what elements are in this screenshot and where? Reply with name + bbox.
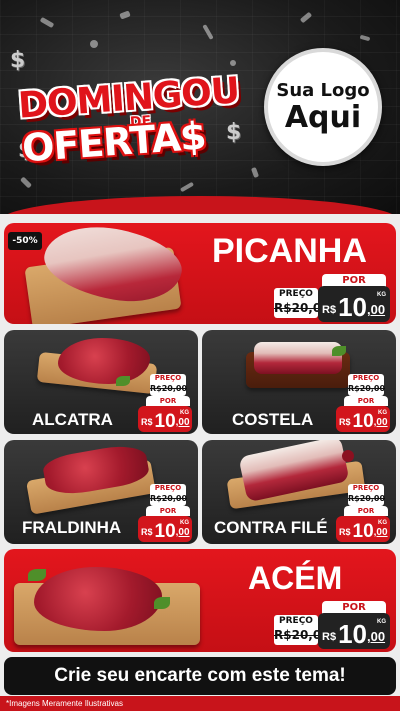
old-price-box: PREÇO R$20,00 — [274, 288, 330, 318]
old-price: R$20,00 — [274, 628, 330, 642]
product-name-acem: ACÉM — [248, 560, 343, 596]
costela-meat-image — [254, 342, 342, 374]
product-name-picanha: PICANHA — [212, 232, 367, 270]
product-name-contra-file: CONTRA FILÉ — [214, 518, 328, 537]
unit-label: KG — [378, 520, 387, 526]
preco-label: PREÇO — [279, 289, 313, 299]
promo-title: DOMINGOU DE OFERTA$ — [10, 52, 250, 172]
new-price-box: R$ 10 ,00 KG — [138, 516, 192, 542]
confetti — [19, 176, 33, 189]
currency-label: R$ — [141, 527, 153, 537]
price-decimal: ,00 — [373, 527, 388, 538]
price-integer: 10 — [154, 521, 176, 542]
new-price-box: R$ 10 ,00 KG — [318, 286, 390, 322]
herb-garnish — [332, 346, 346, 356]
price-decimal: ,00 — [175, 417, 190, 428]
currency-label: R$ — [339, 417, 351, 427]
price-decimal: ,00 — [366, 629, 386, 644]
old-price-box: PREÇO R$20,00 — [348, 374, 386, 396]
currency-label: R$ — [322, 304, 337, 316]
unit-label: KG — [378, 410, 387, 416]
acem-meat-image — [34, 567, 162, 631]
currency-label: R$ — [141, 417, 153, 427]
preco-label: PREÇO — [352, 374, 380, 382]
price-decimal: ,00 — [175, 527, 190, 538]
por-label: POR — [344, 396, 388, 406]
confetti — [119, 10, 131, 20]
confetti — [299, 11, 313, 24]
product-name-alcatra: ALCATRA — [32, 410, 113, 429]
alcatra-meat-image — [58, 338, 150, 384]
unit-label: KG — [377, 292, 386, 298]
new-price-box: R$ 10 ,00 KG — [318, 613, 390, 649]
logo-text-line1: Sua Logo — [276, 79, 370, 101]
preco-label: PREÇO — [279, 616, 313, 626]
old-price: R$20,00 — [150, 494, 188, 503]
por-label: POR — [344, 506, 388, 516]
old-price: R$20,00 — [150, 384, 188, 393]
confetti — [202, 24, 214, 40]
create-flyer-cta-button[interactable]: Crie seu encarte com este tema! — [4, 657, 396, 695]
por-label: POR — [146, 506, 190, 516]
product-name-costela: COSTELA — [232, 410, 314, 429]
old-price: R$20,00 — [348, 384, 386, 393]
new-price-box: R$ 10 ,00 KG — [336, 406, 390, 432]
old-price: R$20,00 — [274, 301, 330, 315]
new-price-box: R$ 10 ,00 KG — [336, 516, 390, 542]
currency-label: R$ — [322, 631, 337, 643]
new-price-box: R$ 10 ,00 KG — [138, 406, 192, 432]
confetti — [90, 40, 98, 48]
price-decimal: ,00 — [366, 302, 386, 317]
hero-banner: $ $ $ DOMINGOU DE OFERTA$ Sua Logo Aqui — [0, 0, 400, 215]
old-price-box: PREÇO R$20,00 — [150, 484, 188, 506]
old-price-box: PREÇO R$20,00 — [150, 374, 188, 396]
old-price: R$20,00 — [348, 494, 386, 503]
discount-badge: -50% — [8, 232, 42, 250]
product-name-fraldinha: FRALDINHA — [22, 518, 122, 537]
price-integer: 10 — [154, 411, 176, 432]
herb-garnish — [116, 376, 130, 386]
preco-label: PREÇO — [352, 484, 380, 492]
confetti — [39, 16, 55, 29]
old-price-box: PREÇO R$20,00 — [348, 484, 386, 506]
disclaimer-footnote: *Imagens Meramente Ilustrativas — [6, 699, 123, 708]
unit-label: KG — [377, 619, 386, 625]
logo-placeholder: Sua Logo Aqui — [264, 48, 382, 166]
preco-label: PREÇO — [154, 374, 182, 382]
unit-label: KG — [180, 410, 189, 416]
herb-garnish — [154, 597, 170, 609]
confetti — [250, 166, 260, 179]
por-label: POR — [146, 396, 190, 406]
currency-label: R$ — [339, 527, 351, 537]
unit-label: KG — [180, 520, 189, 526]
onion-garnish — [342, 450, 354, 462]
price-integer: 10 — [352, 411, 374, 432]
price-integer: 10 — [338, 619, 367, 649]
confetti — [179, 181, 195, 193]
old-price-box: PREÇO R$20,00 — [274, 615, 330, 645]
price-integer: 10 — [352, 521, 374, 542]
confetti — [359, 34, 371, 42]
price-integer: 10 — [338, 292, 367, 322]
herb-garnish — [28, 569, 46, 581]
logo-text-line2: Aqui — [284, 99, 362, 135]
price-decimal: ,00 — [373, 417, 388, 428]
preco-label: PREÇO — [154, 484, 182, 492]
